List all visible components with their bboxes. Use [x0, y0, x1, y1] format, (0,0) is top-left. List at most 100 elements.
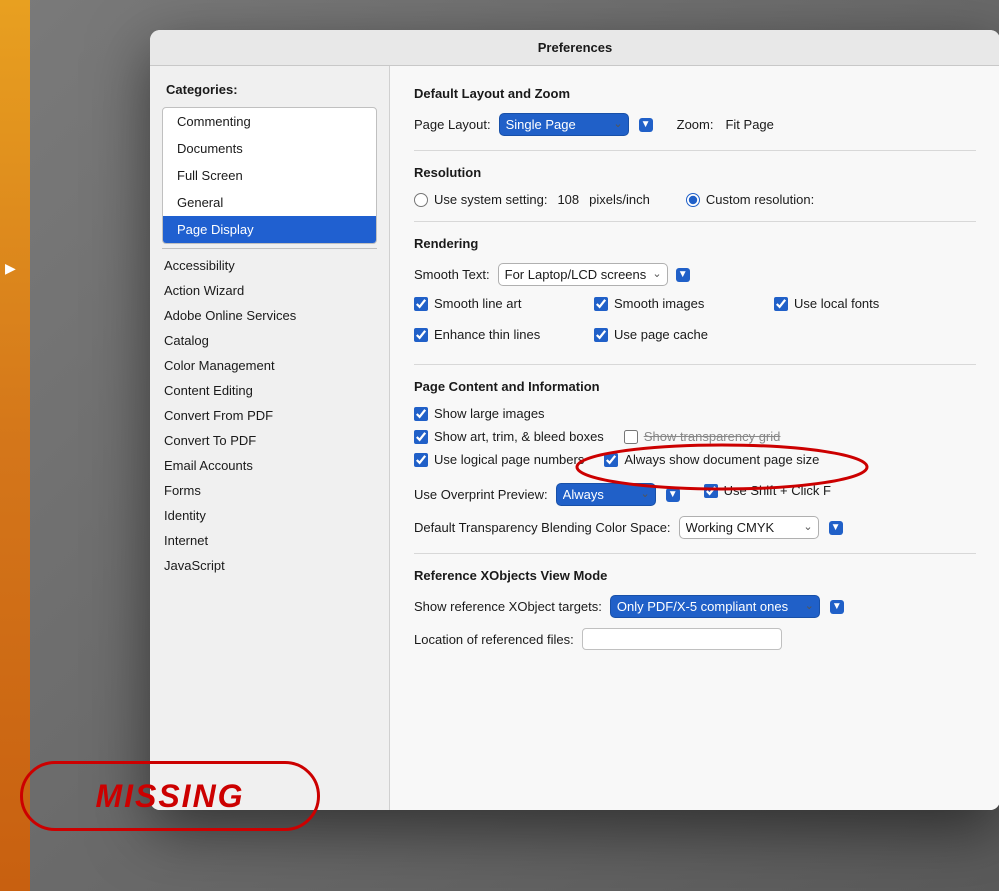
use-logical-page-checkbox[interactable] [414, 453, 428, 467]
sidebar-item-action-wizard[interactable]: Action Wizard [150, 278, 389, 303]
sidebar-item-accessibility[interactable]: Accessibility [150, 253, 389, 278]
location-label: Location of referenced files: [414, 632, 574, 647]
sidebar-item-color-management[interactable]: Color Management [150, 353, 389, 378]
page-content-row-2: Show art, trim, & bleed boxes Show trans… [414, 429, 976, 452]
use-page-cache-label[interactable]: Use page cache [594, 327, 774, 342]
page-layout-row: Page Layout: Single Page Two-Up Continuo… [414, 113, 976, 136]
show-transparency-checkbox[interactable] [624, 430, 638, 444]
page-layout-select-wrapper: Single Page Two-Up Continuous [499, 113, 629, 136]
category-divider [162, 248, 377, 249]
custom-resolution-radio[interactable] [686, 193, 700, 207]
always-show-doc-size-text: Always show document page size [624, 452, 819, 467]
sidebar-item-convert-from-pdf[interactable]: Convert From PDF [150, 403, 389, 428]
use-shift-click-checkbox[interactable] [704, 484, 718, 498]
overprint-dropdown-icon: ▼ [666, 488, 680, 502]
overprint-row: Use Overprint Preview: Always Never ▼ Us… [414, 483, 976, 506]
show-targets-select[interactable]: Only PDF/X-5 compliant ones All None [610, 595, 820, 618]
divider-4 [414, 553, 976, 554]
use-local-fonts-label[interactable]: Use local fonts [774, 296, 879, 311]
sidebar-item-documents[interactable]: Documents [163, 135, 376, 162]
window-content: Categories: Commenting Documents Full Sc… [150, 66, 999, 810]
show-targets-row: Show reference XObject targets: Only PDF… [414, 595, 976, 618]
layout-zoom-title: Default Layout and Zoom [414, 86, 976, 101]
preferences-window: Preferences Categories: Commenting Docum… [150, 30, 999, 810]
sidebar-item-content-editing[interactable]: Content Editing [150, 378, 389, 403]
smooth-text-label: Smooth Text: [414, 267, 490, 282]
smooth-text-row: Smooth Text: For Laptop/LCD screens None… [414, 263, 976, 286]
sidebar-item-convert-to-pdf[interactable]: Convert To PDF [150, 428, 389, 453]
show-art-trim-label[interactable]: Show art, trim, & bleed boxes [414, 429, 604, 444]
smooth-images-text: Smooth images [614, 296, 704, 311]
enhance-thin-lines-label[interactable]: Enhance thin lines [414, 327, 594, 342]
smooth-images-label[interactable]: Smooth images [594, 296, 774, 311]
sidebar-item-general[interactable]: General [163, 189, 376, 216]
sidebar-item-javascript[interactable]: JavaScript [150, 553, 389, 578]
show-art-trim-checkbox[interactable] [414, 430, 428, 444]
transparency-dropdown-icon: ▼ [829, 521, 843, 535]
show-targets-select-wrapper: Only PDF/X-5 compliant ones All None [610, 595, 820, 618]
window-titlebar: Preferences [150, 30, 999, 66]
ref-xobjects-section: Reference XObjects View Mode Show refere… [414, 568, 976, 650]
render-col-2: Smooth images Use page cache [594, 296, 774, 350]
location-row: Location of referenced files: [414, 628, 976, 650]
show-transparency-text: Show transparency grid [644, 429, 781, 444]
show-large-images-checkbox[interactable] [414, 407, 428, 421]
use-shift-click-label[interactable]: Use Shift + Click F [704, 483, 831, 498]
always-show-doc-size-checkbox[interactable] [604, 453, 618, 467]
overprint-select[interactable]: Always Never [556, 483, 656, 506]
rendering-section: Rendering Smooth Text: For Laptop/LCD sc… [414, 236, 976, 350]
use-page-cache-text: Use page cache [614, 327, 708, 342]
smooth-line-art-checkbox[interactable] [414, 297, 428, 311]
sidebar-item-forms[interactable]: Forms [150, 478, 389, 503]
main-settings-panel: Default Layout and Zoom Page Layout: Sin… [390, 66, 999, 810]
page-content-row-3: Use logical page numbers Always show doc… [414, 452, 976, 475]
smooth-text-dropdown-icon: ▼ [676, 268, 690, 282]
use-local-fonts-text: Use local fonts [794, 296, 879, 311]
always-show-doc-size-label[interactable]: Always show document page size [604, 452, 819, 467]
category-list-top: Commenting Documents Full Screen General… [162, 107, 377, 244]
transparency-blending-select[interactable]: Working CMYK Working RGB [679, 516, 819, 539]
sidebar-item-adobe-online[interactable]: Adobe Online Services [150, 303, 389, 328]
use-logical-page-label[interactable]: Use logical page numbers [414, 452, 584, 467]
render-col-3: Use local fonts [774, 296, 879, 350]
sidebar-item-identity[interactable]: Identity [150, 503, 389, 528]
sidebar-item-internet[interactable]: Internet [150, 528, 389, 553]
page-layout-select[interactable]: Single Page Two-Up Continuous [499, 113, 629, 136]
use-page-cache-checkbox[interactable] [594, 328, 608, 342]
window-title: Preferences [538, 40, 612, 55]
enhance-thin-lines-checkbox[interactable] [414, 328, 428, 342]
render-col-1: Smooth line art Enhance thin lines [414, 296, 594, 350]
overprint-select-wrapper: Always Never [556, 483, 656, 506]
system-value: 108 [557, 192, 579, 207]
location-input[interactable] [582, 628, 782, 650]
sidebar-item-fullscreen[interactable]: Full Screen [163, 162, 376, 189]
use-system-radio-label[interactable]: Use system setting: [414, 192, 547, 207]
smooth-images-checkbox[interactable] [594, 297, 608, 311]
divider-1 [414, 150, 976, 151]
show-large-images-text: Show large images [434, 406, 545, 421]
resolution-row: Use system setting: 108 pixels/inch Cust… [414, 192, 976, 207]
transparency-blending-select-wrapper: Working CMYK Working RGB [679, 516, 819, 539]
resolution-section: Resolution Use system setting: 108 pixel… [414, 165, 976, 207]
page-layout-label: Page Layout: [414, 117, 491, 132]
zoom-label: Zoom: [677, 117, 714, 132]
sidebar-item-email-accounts[interactable]: Email Accounts [150, 453, 389, 478]
sidebar-strip: ▶ [0, 0, 30, 891]
sidebar-item-commenting[interactable]: Commenting [163, 108, 376, 135]
use-system-label: Use system setting: [434, 192, 547, 207]
sidebar-item-page-display[interactable]: Page Display [163, 216, 376, 243]
divider-3 [414, 364, 976, 365]
show-large-images-label[interactable]: Show large images [414, 406, 976, 421]
rendering-checkboxes: Smooth line art Enhance thin lines Smoot… [414, 296, 976, 350]
zoom-value: Fit Page [725, 117, 773, 132]
custom-resolution-radio-label[interactable]: Custom resolution: [686, 192, 814, 207]
sidebar-item-catalog[interactable]: Catalog [150, 328, 389, 353]
show-transparency-label[interactable]: Show transparency grid [624, 429, 781, 444]
overprint-label: Use Overprint Preview: [414, 487, 548, 502]
page-content-title: Page Content and Information [414, 379, 976, 394]
use-local-fonts-checkbox[interactable] [774, 297, 788, 311]
smooth-text-select[interactable]: For Laptop/LCD screens None For Monitor [498, 263, 668, 286]
smooth-line-art-label[interactable]: Smooth line art [414, 296, 594, 311]
transparency-blending-row: Default Transparency Blending Color Spac… [414, 516, 976, 539]
use-system-radio[interactable] [414, 193, 428, 207]
